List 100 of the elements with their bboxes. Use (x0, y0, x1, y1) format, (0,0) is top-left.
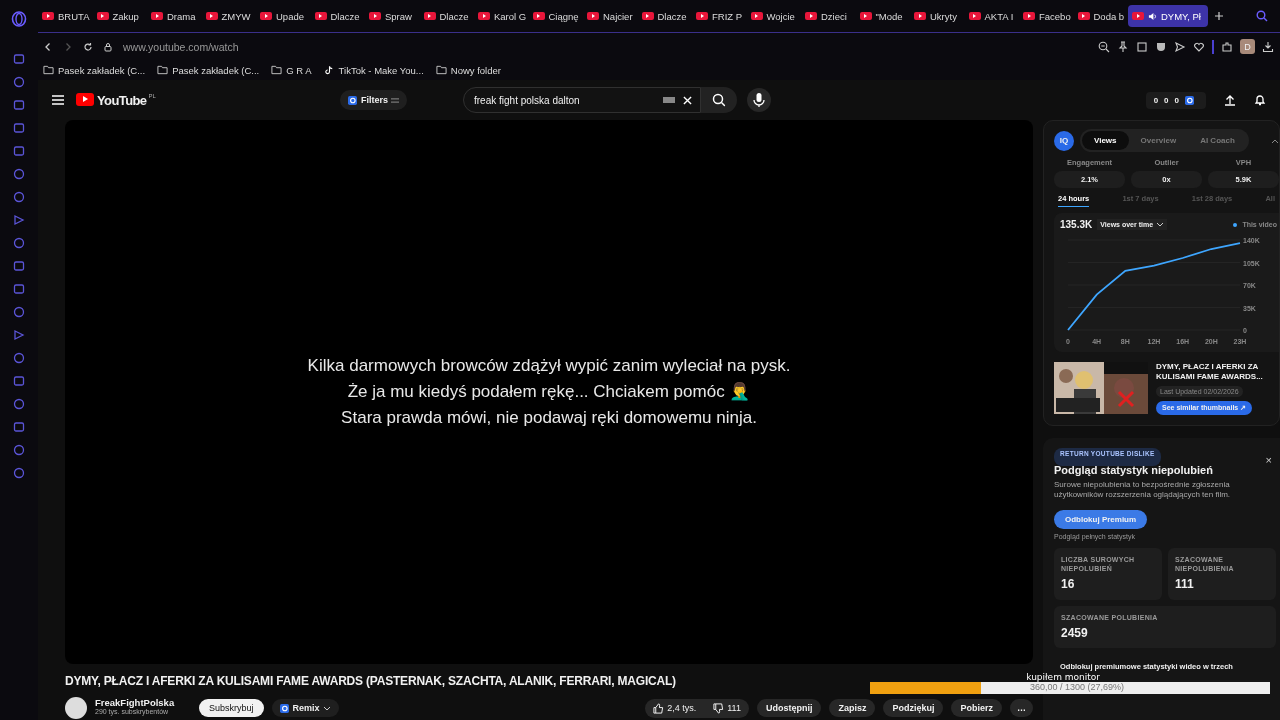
action-button[interactable]: Zapisz (829, 699, 876, 717)
search-field[interactable]: freak fight polska dalton (463, 87, 701, 113)
sidebar-app-icon[interactable] (13, 145, 25, 157)
panel-tab[interactable]: Views (1082, 131, 1129, 150)
youtube-icon (1132, 12, 1144, 20)
pin-icon[interactable] (1117, 40, 1129, 53)
iq-logo: IQ (1054, 130, 1074, 151)
browser-tab[interactable]: Karol G (474, 5, 527, 27)
sidebar-app-icon[interactable] (13, 214, 25, 226)
panel-tab[interactable]: Overview (1128, 131, 1189, 150)
thumbs-down-icon (713, 702, 725, 714)
microphone-icon[interactable] (747, 88, 771, 112)
sidebar-app-icon[interactable] (13, 191, 25, 203)
browser-tab[interactable]: ZMYW (201, 5, 254, 27)
browser-tab[interactable]: BRUTA (38, 5, 91, 27)
browser-tab[interactable]: "Mode (855, 5, 908, 27)
browser-tab[interactable]: Zakup (92, 5, 145, 27)
sidebar-app-icon[interactable] (13, 237, 25, 249)
browser-tab[interactable]: Spraw (365, 5, 418, 27)
sidebar-app-icon[interactable] (13, 421, 25, 433)
sidebar-app-icon[interactable] (13, 467, 25, 479)
sidebar-app-icon[interactable] (13, 168, 25, 180)
browser-logo-icon[interactable] (11, 11, 27, 27)
action-button[interactable]: Podziękuj (883, 699, 944, 717)
download-icon[interactable] (1262, 40, 1274, 53)
sidebar-app-icon[interactable] (13, 352, 25, 364)
youtube-logo[interactable]: YouTube$^{PL}$ (76, 92, 336, 108)
sidebar-app-icon[interactable] (13, 122, 25, 134)
address-field[interactable]: www.youtube.com/watch (123, 40, 239, 53)
video-player[interactable]: Kilka darmowych browców zdążył wypić zanim wyleciał na pysk. Że ja mu kiedyś podałem rękę... Chciakem pomóc 🤦‍♂ Stara prawda mówi, nie podawaj ręki domowemu ninja. (65, 120, 1033, 664)
collapse-icon[interactable] (1271, 137, 1279, 144)
action-button[interactable]: Pobierz (951, 699, 1002, 717)
bookmark[interactable]: Pasek zakładek (C... (58, 64, 146, 76)
like-button[interactable]: 2,4 tys. (645, 698, 705, 718)
sidebar-app-icon[interactable] (13, 306, 25, 318)
unlock-premium-button[interactable]: Odblokuj Premium (1054, 510, 1148, 529)
forward-icon[interactable] (63, 41, 73, 52)
browser-tab[interactable]: Dlacze (419, 5, 472, 27)
bookmark[interactable]: G R A (286, 64, 312, 76)
sidebar-app-icon[interactable] (13, 444, 25, 456)
zoom-out-icon[interactable] (1098, 40, 1110, 53)
menu-icon[interactable] (52, 95, 64, 105)
sidebar-app-icon[interactable] (13, 260, 25, 272)
sidebar-app-icon[interactable] (13, 99, 25, 111)
browser-tab[interactable]: FRIZ P (692, 5, 745, 27)
bell-icon[interactable] (1254, 94, 1266, 106)
total-views: 135.3K (1060, 219, 1093, 230)
browser-tab[interactable]: Dzieci (801, 5, 854, 27)
browser-tab[interactable]: Facebo (1019, 5, 1072, 27)
sidebar-app-icon[interactable] (13, 76, 25, 88)
browser-tab[interactable]: Upade (256, 5, 309, 27)
sidebar-app-icon[interactable] (13, 329, 25, 341)
youtube-icon (314, 12, 327, 20)
browser-tab[interactable]: Najcier (583, 5, 636, 27)
remix-button[interactable]: Remix (271, 699, 339, 717)
subscribe-button[interactable]: Subskrybuj (199, 699, 264, 717)
search-icon[interactable] (701, 87, 737, 113)
youtube-icon (859, 12, 872, 20)
clear-icon[interactable] (683, 95, 692, 105)
channel-name[interactable]: FreakFightPolska (95, 697, 191, 708)
snapshot-icon[interactable] (1136, 40, 1148, 53)
filters-button[interactable]: Filters (340, 90, 407, 110)
browser-tab[interactable]: Ukryty (910, 5, 963, 27)
close-button[interactable]: × (1265, 454, 1272, 466)
caret-icon (1156, 222, 1165, 227)
video-caption: Że ja mu kiedyś podałem rękę... Chciakem pomóc 🤦‍♂ (347, 381, 751, 403)
music-note-icon (323, 65, 335, 75)
browser-tab[interactable]: Dlacze (310, 5, 363, 27)
browser-tab[interactable]: Wojcie (746, 5, 799, 27)
bookmark[interactable]: Pasek zakładek (C... (172, 64, 260, 76)
shield-icon[interactable] (1155, 40, 1167, 53)
reload-icon[interactable] (83, 41, 93, 52)
browser-tab[interactable]: Doda b (1073, 5, 1126, 27)
browser-tab[interactable]: DYMY, Pł (1128, 5, 1208, 27)
youtube-icon (423, 12, 436, 20)
counter: 0 (1174, 95, 1179, 105)
sidebar-app-icon[interactable] (13, 398, 25, 410)
bookmark[interactable]: TikTok - Make You... (338, 64, 424, 76)
browser-tab[interactable]: AKTA I (964, 5, 1017, 27)
back-icon[interactable] (43, 41, 53, 52)
action-button[interactable]: Udostępnij (756, 699, 822, 717)
sidebar-app-icon[interactable] (13, 53, 25, 65)
dislike-button[interactable]: 111 (705, 698, 749, 718)
channel-avatar[interactable] (65, 697, 87, 719)
upload-icon[interactable] (1224, 94, 1236, 106)
browser-tab[interactable]: Ciągnę (528, 5, 581, 27)
extensions-icon[interactable] (1221, 40, 1233, 53)
new-tab-icon[interactable] (1214, 11, 1224, 21)
legend-dot (1233, 222, 1238, 227)
more-button[interactable]: … (1010, 699, 1033, 717)
sidebar-app-icon[interactable] (13, 375, 25, 387)
panel-tab[interactable]: AI Coach (1188, 131, 1247, 150)
iq-icon (1185, 95, 1194, 105)
bookmark[interactable]: Nowy folder (450, 64, 501, 76)
heart-icon[interactable] (1193, 40, 1205, 53)
browser-tab[interactable]: Drama (147, 5, 200, 27)
browser-tab[interactable]: Dlacze (637, 5, 690, 27)
counter: 0 (1164, 95, 1169, 105)
send-icon[interactable] (1174, 40, 1186, 53)
sidebar-app-icon[interactable] (13, 283, 25, 295)
